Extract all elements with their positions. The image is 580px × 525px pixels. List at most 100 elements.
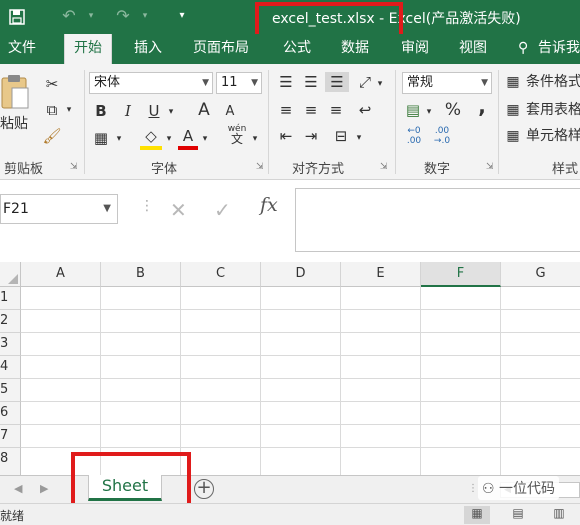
sheet-scroll-left-icon[interactable]: ◀ xyxy=(14,482,22,495)
row-header[interactable]: 2 xyxy=(0,310,21,333)
align-middle-icon[interactable]: ☰ xyxy=(300,72,322,92)
cancel-icon[interactable]: ✕ xyxy=(170,198,187,222)
conditional-formatting-icon[interactable]: ▦ xyxy=(504,72,522,92)
decrease-indent-icon[interactable]: ⇤ xyxy=(275,126,297,146)
increase-indent-icon[interactable]: ⇥ xyxy=(300,126,322,146)
undo-icon[interactable]: ↶ xyxy=(58,0,80,34)
row-header[interactable]: 6 xyxy=(0,402,21,425)
column-header[interactable]: A xyxy=(21,262,101,287)
tab-formulas[interactable]: 公式 xyxy=(283,34,311,64)
tell-me-icon[interactable]: ⚲ xyxy=(518,34,528,64)
row-header[interactable]: 3 xyxy=(0,333,21,356)
fill-color-dropdown-icon[interactable]: ▾ xyxy=(164,129,174,149)
tab-tell-me[interactable]: 告诉我 xyxy=(538,34,580,64)
copy-icon[interactable]: ⧉ xyxy=(42,100,62,120)
font-color-dropdown-icon[interactable]: ▾ xyxy=(200,129,210,149)
font-name-dropdown[interactable]: 宋体 ▼ xyxy=(89,72,213,94)
currency-dropdown-icon[interactable]: ▾ xyxy=(424,102,434,122)
row-header[interactable]: 8 xyxy=(0,448,21,475)
underline-button[interactable]: U xyxy=(145,101,163,121)
phonetic-guide-icon[interactable]: wén 文 xyxy=(226,124,248,146)
tab-review[interactable]: 审阅 xyxy=(401,34,429,64)
column-header[interactable]: D xyxy=(261,262,341,287)
splitter-handle-icon[interactable]: ⋮ xyxy=(468,483,478,494)
number-format-dropdown[interactable]: 常规 ▼ xyxy=(402,72,492,94)
align-right-icon[interactable]: ≡ xyxy=(325,100,347,120)
cell-styles-button[interactable]: 单元格样 xyxy=(526,126,580,146)
cell-styles-icon[interactable]: ▦ xyxy=(504,126,522,146)
redo-icon[interactable]: ↷ xyxy=(112,0,134,34)
grow-font-button[interactable]: A xyxy=(195,100,213,120)
row-header[interactable]: 4 xyxy=(0,356,21,379)
column-header-selected[interactable]: F xyxy=(421,262,501,287)
copy-dropdown-icon[interactable]: ▾ xyxy=(64,100,74,120)
comma-style-button[interactable]: , xyxy=(474,96,490,116)
merge-dropdown-icon[interactable]: ▾ xyxy=(354,128,364,148)
format-as-table-icon[interactable]: ▦ xyxy=(504,100,522,120)
tab-file[interactable]: 文件 xyxy=(8,34,36,64)
font-color-button[interactable]: A xyxy=(178,126,198,150)
decrease-decimal-button[interactable]: .00 →.0 xyxy=(430,126,454,146)
add-sheet-button[interactable]: + xyxy=(194,479,214,499)
insert-function-icon[interactable]: fx xyxy=(260,194,278,216)
phonetic-dropdown-icon[interactable]: ▾ xyxy=(250,129,260,149)
merge-center-icon[interactable]: ⊟ xyxy=(330,126,352,146)
save-icon[interactable] xyxy=(6,0,28,34)
undo-dropdown-icon[interactable]: ▾ xyxy=(84,0,98,34)
increase-decimal-button[interactable]: ←0.00 xyxy=(402,126,426,146)
redo-dropdown-icon[interactable]: ▾ xyxy=(138,0,152,34)
align-center-icon[interactable]: ≡ xyxy=(300,100,322,120)
tab-view[interactable]: 视图 xyxy=(459,34,487,64)
conditional-formatting-button[interactable]: 条件格式 xyxy=(526,72,580,92)
confirm-icon[interactable]: ✓ xyxy=(214,198,231,222)
italic-button[interactable]: I xyxy=(119,101,137,121)
format-painter-icon[interactable]: 🖌 xyxy=(42,126,62,146)
column-header[interactable]: C xyxy=(181,262,261,287)
percent-button[interactable]: % xyxy=(444,100,462,120)
select-all-button[interactable] xyxy=(0,262,21,287)
alignment-launcher-icon[interactable]: ⇲ xyxy=(380,162,388,172)
tab-page-layout[interactable]: 页面布局 xyxy=(193,34,249,64)
currency-icon[interactable]: ▤ xyxy=(402,100,424,120)
tab-data[interactable]: 数据 xyxy=(341,34,369,64)
alignment-group-label: 对齐方式 xyxy=(292,162,345,177)
paste-button[interactable]: 粘贴 xyxy=(0,114,28,134)
column-header[interactable]: E xyxy=(341,262,421,287)
number-launcher-icon[interactable]: ⇲ xyxy=(486,162,494,172)
paste-icon[interactable] xyxy=(0,72,30,112)
orientation-icon[interactable]: ⤢ xyxy=(354,72,376,92)
orientation-dropdown-icon[interactable]: ▾ xyxy=(375,74,385,94)
customize-quick-access-icon[interactable]: ▾ xyxy=(174,0,190,34)
align-left-icon[interactable]: ≡ xyxy=(275,100,297,120)
page-layout-view-icon[interactable]: ▤ xyxy=(505,506,531,524)
fill-color-icon[interactable]: ◇ xyxy=(140,126,162,150)
shrink-font-button[interactable]: A xyxy=(222,102,238,122)
font-size-dropdown[interactable]: 11 ▼ xyxy=(216,72,262,94)
row-header[interactable]: 1 xyxy=(0,287,21,310)
format-as-table-button[interactable]: 套用表格 xyxy=(526,100,580,120)
borders-dropdown-icon[interactable]: ▾ xyxy=(114,129,124,149)
normal-view-icon[interactable]: ▦ xyxy=(464,506,490,524)
tab-home[interactable]: 开始 xyxy=(64,34,112,65)
underline-dropdown-icon[interactable]: ▾ xyxy=(166,102,176,122)
formula-input[interactable] xyxy=(295,188,580,252)
cut-icon[interactable]: ✂ xyxy=(42,74,62,94)
font-size-value: 11 xyxy=(221,75,238,90)
clipboard-launcher-icon[interactable]: ⇲ xyxy=(70,162,78,172)
column-header[interactable]: G xyxy=(501,262,580,287)
borders-icon[interactable]: ▦ xyxy=(90,128,112,148)
tab-insert[interactable]: 插入 xyxy=(134,34,162,64)
chevron-down-icon: ▼ xyxy=(251,78,258,88)
font-launcher-icon[interactable]: ⇲ xyxy=(256,162,264,172)
sheet-scroll-right-icon[interactable]: ▶ xyxy=(40,482,48,495)
align-bottom-icon[interactable]: ☰ xyxy=(325,72,349,92)
wrap-text-icon[interactable]: ↩ xyxy=(354,100,376,120)
row-header[interactable]: 5 xyxy=(0,379,21,402)
bold-button[interactable]: B xyxy=(92,101,110,121)
row-header[interactable]: 7 xyxy=(0,425,21,448)
name-box[interactable]: F21 ▼ xyxy=(0,194,118,224)
align-top-icon[interactable]: ☰ xyxy=(275,72,297,92)
worksheet-grid[interactable]: A B C D E F G 1 2 3 4 5 6 7 8 xyxy=(0,262,580,475)
column-header[interactable]: B xyxy=(101,262,181,287)
page-break-view-icon[interactable]: ▥ xyxy=(546,506,572,524)
